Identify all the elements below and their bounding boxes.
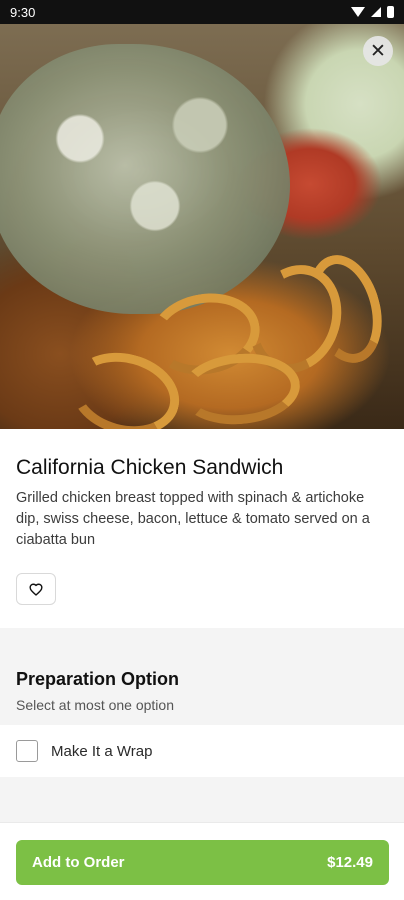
battery-icon xyxy=(387,6,394,18)
section-spacer xyxy=(0,777,404,822)
option-checkbox[interactable] xyxy=(16,740,38,762)
signal-icon xyxy=(371,7,381,17)
close-icon: ✕ xyxy=(370,40,386,62)
preparation-section-title: Preparation Option xyxy=(16,669,180,689)
item-description: Grilled chicken breast topped with spina… xyxy=(16,490,370,548)
order-price: $12.49 xyxy=(327,854,373,871)
heart-icon xyxy=(29,583,43,596)
preparation-section-subtitle: Select at most one option xyxy=(16,697,174,713)
photo-dip-topping xyxy=(0,44,290,314)
close-button[interactable]: ✕ xyxy=(363,36,393,66)
item-photo xyxy=(0,24,404,429)
add-to-order-button[interactable]: Add to Order $12.49 xyxy=(16,840,389,885)
add-to-order-label: Add to Order xyxy=(32,854,125,871)
status-icons xyxy=(351,6,394,18)
favorite-button[interactable] xyxy=(16,573,56,605)
product-detail-screen: 9:30 ✕ California Chicken Sandwich Grill… xyxy=(0,0,404,900)
item-title: California Chicken Sandwich xyxy=(16,456,284,479)
status-time: 9:30 xyxy=(10,4,36,20)
wifi-icon xyxy=(351,7,365,17)
status-bar: 9:30 xyxy=(0,0,404,24)
bottom-action-bar: Add to Order $12.49 xyxy=(0,822,404,900)
option-make-it-a-wrap[interactable]: Make It a Wrap xyxy=(0,725,404,777)
option-label: Make It a Wrap xyxy=(51,742,153,760)
